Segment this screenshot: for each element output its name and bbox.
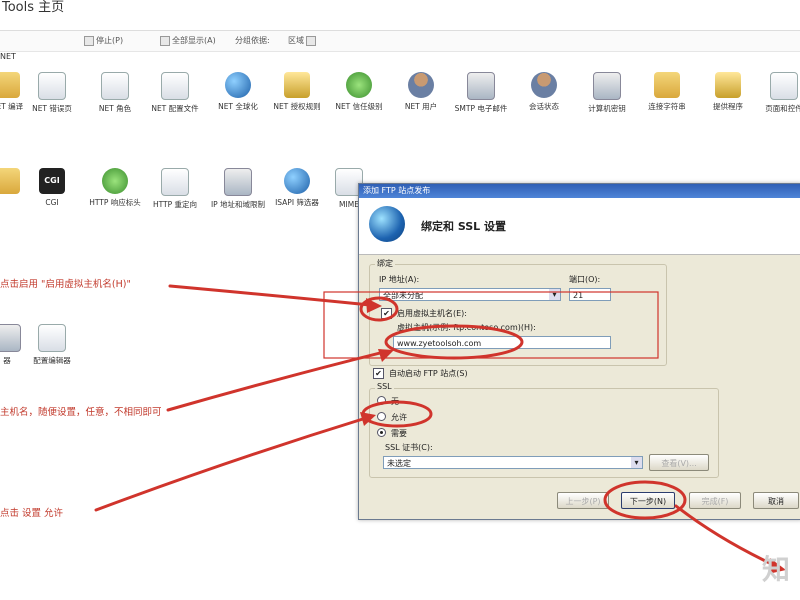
profile-doc-icon [161, 72, 189, 100]
machine-key-icon [593, 72, 621, 100]
feature-item[interactable]: 页面和控件 [755, 72, 800, 113]
group-by-select[interactable]: 区域 [288, 34, 316, 47]
feature-item[interactable]: NET 信任级别 [330, 72, 388, 111]
config-editor-icon [38, 324, 66, 352]
show-all-button[interactable]: 全部显示(A) [160, 34, 216, 47]
section-heading: NET [0, 52, 16, 61]
folder-icon [0, 72, 20, 98]
annotation-note-2: 主机名，随便设置，任意，不相同即可 [0, 407, 162, 418]
dialog-header: 绑定和 SSL 设置 [359, 198, 800, 255]
isapi-icon [284, 168, 310, 194]
finish-button[interactable]: 完成(F) [689, 492, 741, 509]
watermark: 知 [762, 553, 791, 586]
feature-item[interactable]: 配置编辑器 [23, 324, 81, 365]
response-headers-icon [102, 168, 128, 194]
cert-select[interactable]: 未选定 [383, 456, 643, 469]
ip-address-select[interactable]: 全部未分配 [379, 288, 561, 301]
enable-vhost-label: 启用虚拟主机名(E): [397, 309, 467, 318]
group-by-label: 分组依据: [235, 36, 270, 45]
feature-item[interactable]: NET 全球化 [209, 72, 267, 111]
warning-page-icon [38, 72, 66, 100]
feature-item[interactable]: ISAPI 筛选器 [268, 168, 326, 207]
binding-group-label: 绑定 [375, 258, 395, 269]
feature-item[interactable]: SMTP 电子邮件 [452, 72, 510, 113]
partial-icon [0, 324, 21, 352]
vhost-label: 虚拟主机(示例: ftp.contoso.com)(H): [397, 323, 536, 332]
feature-item[interactable]: 计算机密钥 [578, 72, 636, 113]
roles-icon [101, 72, 129, 100]
ssl-group-label: SSL [375, 382, 394, 391]
annotation-arrow-2 [166, 350, 386, 412]
ssl-require-radio[interactable] [377, 428, 386, 437]
enable-vhost-checkbox[interactable]: ✔ [381, 308, 392, 319]
feature-item[interactable]: NET 配置文件 [146, 72, 204, 113]
port-input[interactable]: 21 [569, 288, 611, 301]
feature-item[interactable]: IP 地址和域限制 [209, 168, 267, 209]
feature-item[interactable]: NET 角色 [86, 72, 144, 113]
cert-label: SSL 证书(C): [385, 443, 433, 452]
feature-item[interactable]: NET 错误页 [23, 72, 81, 113]
stop-button[interactable]: 停止(P) [84, 34, 123, 47]
connection-string-icon [654, 72, 680, 98]
ip-address-label: IP 地址(A): [379, 275, 420, 284]
view-cert-button[interactable]: 查看(V)... [649, 454, 709, 471]
vhost-input[interactable]: www.zyetoolsoh.com [393, 336, 611, 349]
ssl-none-label: 无 [391, 397, 399, 406]
feature-item[interactable]: 连接字符串 [638, 72, 696, 111]
trust-icon [346, 72, 372, 98]
feature-item[interactable]: HTTP 响应标头 [86, 168, 144, 207]
show-all-icon [160, 35, 170, 46]
feature-item[interactable]: NET 用户 [392, 72, 450, 111]
stop-icon [84, 35, 94, 46]
window-title: Tools 主页 [2, 0, 65, 15]
feature-item[interactable]: 提供程序 [699, 72, 757, 111]
dialog-heading: 绑定和 SSL 设置 [421, 220, 507, 233]
ssl-allow-label: 允许 [391, 413, 407, 422]
users-icon [408, 72, 434, 98]
dialog-caption: 添加 FTP 站点发布 [359, 184, 800, 198]
ssl-none-radio[interactable] [377, 396, 386, 405]
feature-item[interactable]: 会话状态 [515, 72, 573, 111]
annotation-note-3: 点击 设置 允许 [0, 508, 64, 519]
cgi-icon: CGI [39, 168, 65, 194]
ip-restrictions-icon [224, 168, 252, 196]
next-button[interactable]: 下一步(N) [621, 492, 675, 509]
authorization-icon [284, 72, 310, 98]
dropdown-arrow-icon [306, 35, 316, 46]
annotation-arrow-1 [168, 284, 372, 307]
ssl-allow-radio[interactable] [377, 412, 386, 421]
redirect-icon [161, 168, 189, 196]
globe-icon [369, 206, 405, 242]
feature-item[interactable]: HTTP 重定向 [146, 168, 204, 209]
prev-button[interactable]: 上一步(P) [557, 492, 609, 509]
add-ftp-site-dialog: 添加 FTP 站点发布 绑定和 SSL 设置 绑定 IP 地址(A): 全部未分… [358, 183, 800, 520]
autostart-checkbox[interactable]: ✔ [373, 368, 384, 379]
feature-item[interactable]: CGI CGI [23, 168, 81, 207]
annotation-note-1: 点击启用 "启用虚拟主机名(H)" [0, 279, 131, 290]
ssl-require-label: 需要 [391, 429, 407, 438]
autostart-label: 自动启动 FTP 站点(S) [389, 369, 468, 378]
pages-controls-icon [770, 72, 798, 100]
toolbar: 停止(P) 全部显示(A) 分组依据: 区域 [0, 30, 800, 52]
email-icon [467, 72, 495, 100]
globe-icon [225, 72, 251, 98]
partial-icon [0, 168, 20, 194]
annotation-arrow-3 [94, 416, 368, 512]
feature-item[interactable]: NET 授权规则 [268, 72, 326, 111]
cancel-button[interactable]: 取消 [753, 492, 799, 509]
providers-icon [715, 72, 741, 98]
port-label: 端口(O): [569, 275, 601, 284]
session-icon [531, 72, 557, 98]
